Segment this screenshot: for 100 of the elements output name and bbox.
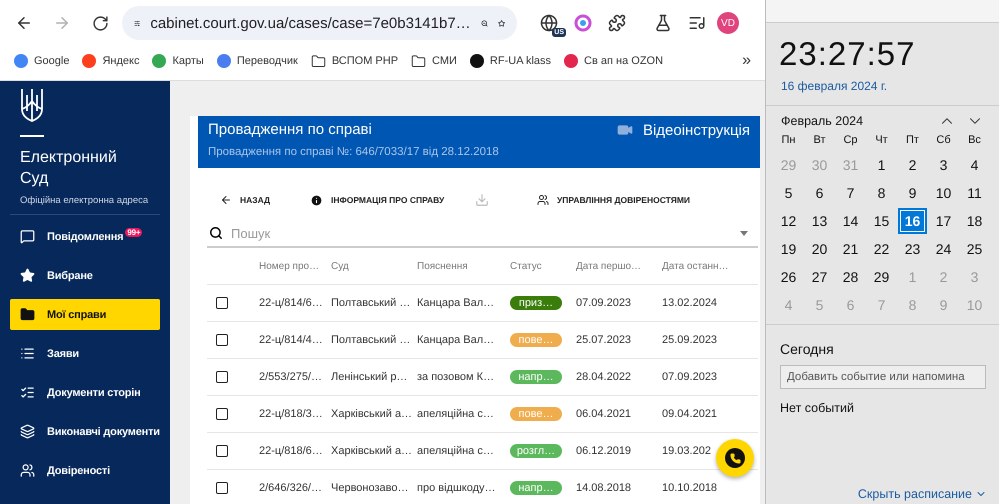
column-header[interactable]: Суд [325, 248, 411, 285]
flask-icon[interactable] [654, 14, 672, 32]
site-icon [82, 54, 96, 68]
sidebar-item[interactable]: Мої справи [10, 299, 160, 330]
calendar-day[interactable]: 20 [805, 236, 834, 262]
search-field[interactable]: Пошук [229, 224, 734, 242]
extension-ring-icon[interactable] [574, 14, 592, 32]
bookmark[interactable]: СМИ [411, 54, 457, 68]
extensions-icon[interactable] [608, 14, 626, 32]
info-icon [310, 194, 323, 206]
row-checkbox[interactable] [216, 445, 228, 457]
row-checkbox[interactable] [216, 371, 228, 383]
date-link[interactable]: 16 февраля 2024 г. [766, 73, 999, 93]
bookmark[interactable]: Карты [152, 54, 204, 68]
url-text: cabinet.court.gov.ua/cases/case=7e0b3141b7… [150, 14, 471, 32]
bookmark[interactable]: ВСПОМ РНР [310, 54, 398, 68]
bookmarks-overflow-button[interactable]: » [742, 52, 751, 70]
calendar-day[interactable]: 17 [929, 208, 958, 234]
calendar-day[interactable]: 16 [898, 208, 927, 234]
profile-avatar[interactable]: VD [717, 12, 739, 34]
bookmark[interactable]: RF-UA klass [470, 54, 552, 68]
status-badge: приз… [510, 296, 562, 310]
bookmark[interactable]: Яндекс [82, 54, 140, 68]
action-button[interactable]: НАЗАД [220, 194, 310, 206]
calendar-day[interactable]: 23 [898, 236, 927, 262]
calendar-day[interactable]: 8 [867, 180, 896, 206]
bookmark[interactable]: Google [14, 54, 70, 68]
calendar-day[interactable]: 21 [836, 236, 865, 262]
calendar-day[interactable]: 9 [898, 180, 927, 206]
status-badge: розгл… [510, 444, 562, 458]
sidebar-item[interactable]: Довіреності [10, 455, 160, 486]
weekday-label: Пн [780, 134, 796, 148]
calendar-day[interactable]: 10 [929, 180, 958, 206]
calendar-day[interactable]: 4 [960, 152, 989, 178]
header-subtitle: Провадження по справі №: 646/7033/17 від 28.12.2018 [208, 146, 499, 158]
weekday-label: Вс [967, 134, 982, 148]
calendar-day[interactable]: 24 [929, 236, 958, 262]
calendar-day[interactable]: 26 [774, 264, 803, 290]
calendar-day[interactable]: 5 [774, 180, 803, 206]
video-instruction-link[interactable]: Відеоінструкція [616, 121, 750, 139]
calendar-day[interactable]: 11 [960, 180, 989, 206]
table-cell: про відшкоду… [411, 470, 504, 504]
brand-subtitle: Офіційна електронна адреса [20, 195, 148, 206]
folder-icon [20, 307, 35, 322]
column-header[interactable]: Статус [504, 248, 570, 285]
table-cell: Ленінський р… [325, 359, 411, 396]
sidebar-item[interactable]: Заяви [10, 338, 160, 369]
bookmark[interactable]: Св ап на OZON [564, 54, 664, 68]
calendar-day[interactable]: 12 [774, 208, 803, 234]
row-checkbox[interactable] [216, 482, 228, 494]
dropdown-caret-icon[interactable] [740, 230, 748, 236]
weekday-label: Сб [935, 134, 952, 148]
calendar-day[interactable]: 7 [836, 180, 865, 206]
calendar-day[interactable]: 13 [805, 208, 834, 234]
bookmark[interactable]: Переводчик [216, 54, 298, 68]
calendar-day[interactable]: 27 [805, 264, 834, 290]
column-header[interactable]: Пояснення [411, 248, 504, 285]
sidebar-item[interactable]: Вибране [10, 260, 160, 291]
calendar-day[interactable]: 22 [867, 236, 896, 262]
header-title: Провадження по справі [208, 121, 373, 138]
calendar-day[interactable]: 2 [898, 152, 927, 178]
row-checkbox[interactable] [216, 297, 228, 309]
column-header[interactable]: Дата останн… [656, 248, 758, 285]
arrow-left-icon [220, 194, 232, 206]
address-bar[interactable]: cabinet.court.gov.ua/cases/case=7e0b3141b7… [122, 6, 517, 40]
action-button[interactable]: УПРАВЛІННЯ ДОВІРЕНОСТЯМИ [537, 194, 737, 206]
reload-icon [92, 14, 108, 32]
calendar-day[interactable]: 28 [836, 264, 865, 290]
media-icon[interactable] [688, 14, 706, 32]
table-cell: 2/553/275/… [253, 359, 325, 396]
calendar-day[interactable]: 25 [960, 236, 989, 262]
calendar-day[interactable]: 6 [805, 180, 834, 206]
table-cell: апеляційна с… [411, 396, 504, 433]
weekday-label: Чт [874, 134, 889, 148]
today-heading: Сегодня [779, 340, 835, 357]
status-badge: напр… [510, 481, 562, 495]
column-header[interactable]: Дата першо… [570, 248, 656, 285]
row-checkbox[interactable] [216, 408, 228, 420]
table-cell: 22-ц/818/3… [253, 396, 325, 433]
calendar-day[interactable]: 1 [867, 152, 896, 178]
sidebar-item[interactable]: Документи сторін [10, 377, 160, 408]
table-cell: Канцара Вал… [411, 322, 504, 359]
calendar-day[interactable]: 3 [929, 152, 958, 178]
calendar-day[interactable]: 18 [960, 208, 989, 234]
weekday-label: Вт [812, 134, 826, 148]
event-input-field[interactable]: Добавить событие или напомина [780, 365, 986, 389]
list-icon [20, 346, 35, 361]
table-cell: 25.07.2023 [570, 322, 656, 359]
column-header[interactable]: Номер про… [253, 248, 325, 285]
calendar-day[interactable]: 14 [836, 208, 865, 234]
message-icon [20, 229, 35, 244]
action-button[interactable]: ІНФОРМАЦІЯ ПРО СПРАВУ [310, 194, 475, 206]
calendar-day[interactable]: 29 [867, 264, 896, 290]
hide-schedule-link[interactable]: Скрыть расписание [858, 487, 999, 504]
sidebar-item[interactable]: Виконавчі документи [10, 416, 160, 447]
calendar-day[interactable]: 15 [867, 208, 896, 234]
calendar-day[interactable]: 19 [774, 236, 803, 262]
sidebar-item[interactable]: Повідомлення 99+ [10, 221, 160, 252]
table-cell: Харківський а… [325, 433, 411, 470]
row-checkbox[interactable] [216, 334, 228, 346]
